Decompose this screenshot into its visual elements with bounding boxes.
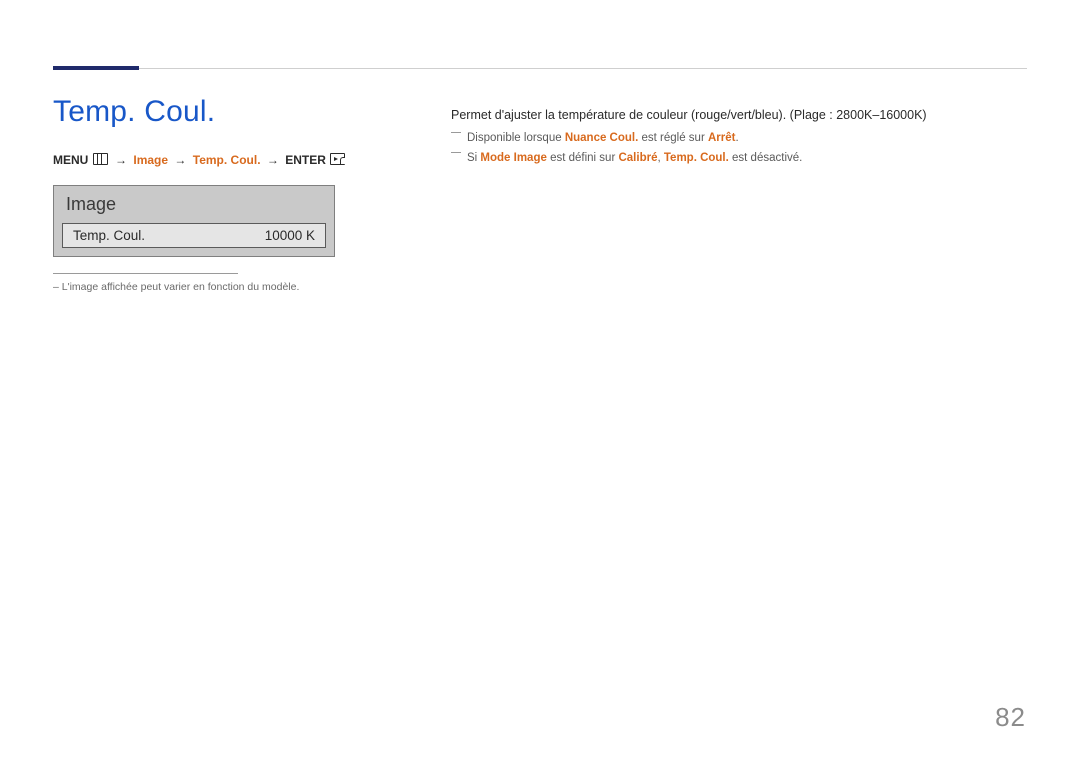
enter-icon — [330, 153, 345, 165]
panel-header: Image — [54, 186, 334, 223]
top-rule-accent — [53, 66, 139, 70]
menu-icon — [93, 153, 108, 165]
note-2-accent-calibre: Calibré — [618, 152, 657, 164]
page-number: 82 — [995, 702, 1026, 733]
breadcrumb-arrow: → — [115, 153, 127, 167]
note-1-text: Disponible lorsque Nuance Coul. est régl… — [467, 129, 739, 149]
note-1: Disponible lorsque Nuance Coul. est régl… — [451, 129, 1027, 149]
note-2-post: est désactivé. — [729, 152, 803, 164]
panel-row-temp-coul[interactable]: Temp. Coul. 10000 K — [62, 223, 326, 248]
note-2-text: Si Mode Image est défini sur Calibré, Te… — [467, 149, 802, 169]
top-rule — [53, 66, 1027, 70]
breadcrumb: MENU → Image → Temp. Coul. → ENTER — [53, 153, 433, 167]
note-1-accent-arret: Arrêt — [708, 132, 735, 144]
top-rule-line — [53, 68, 1027, 69]
breadcrumb-enter-label: ENTER — [285, 153, 326, 167]
breadcrumb-image: Image — [133, 153, 168, 167]
note-1-pre: Disponible lorsque — [467, 132, 565, 144]
breadcrumb-arrow: → — [174, 153, 186, 167]
right-column: Permet d'ajuster la température de coule… — [433, 95, 1027, 168]
description-main: Permet d'ajuster la température de coule… — [451, 105, 1027, 125]
footnote-divider — [53, 273, 238, 274]
panel-row-label: Temp. Coul. — [73, 228, 145, 243]
note-1-mid: est réglé sur — [638, 132, 708, 144]
settings-panel: Image Temp. Coul. 10000 K — [53, 185, 335, 257]
note-2-mid1: est défini sur — [547, 152, 619, 164]
left-column: Temp. Coul. MENU → Image → Temp. Coul. →… — [53, 95, 433, 293]
breadcrumb-menu-label: MENU — [53, 153, 88, 167]
note-1-accent-nuance: Nuance Coul. — [565, 132, 638, 144]
note-2-pre: Si — [467, 152, 480, 164]
note-2-accent-mode-image: Mode Image — [480, 152, 546, 164]
breadcrumb-arrow: → — [267, 153, 279, 167]
page-title: Temp. Coul. — [53, 95, 433, 129]
note-1-post: . — [735, 132, 738, 144]
note-2: Si Mode Image est défini sur Calibré, Te… — [451, 149, 1027, 169]
content-area: Temp. Coul. MENU → Image → Temp. Coul. →… — [53, 95, 1027, 293]
breadcrumb-temp-coul: Temp. Coul. — [193, 153, 261, 167]
panel-row-value: 10000 K — [265, 228, 315, 243]
note-2-accent-temp-coul: Temp. Coul. — [664, 152, 729, 164]
footnote-text: – L'image affichée peut varier en foncti… — [53, 281, 433, 293]
